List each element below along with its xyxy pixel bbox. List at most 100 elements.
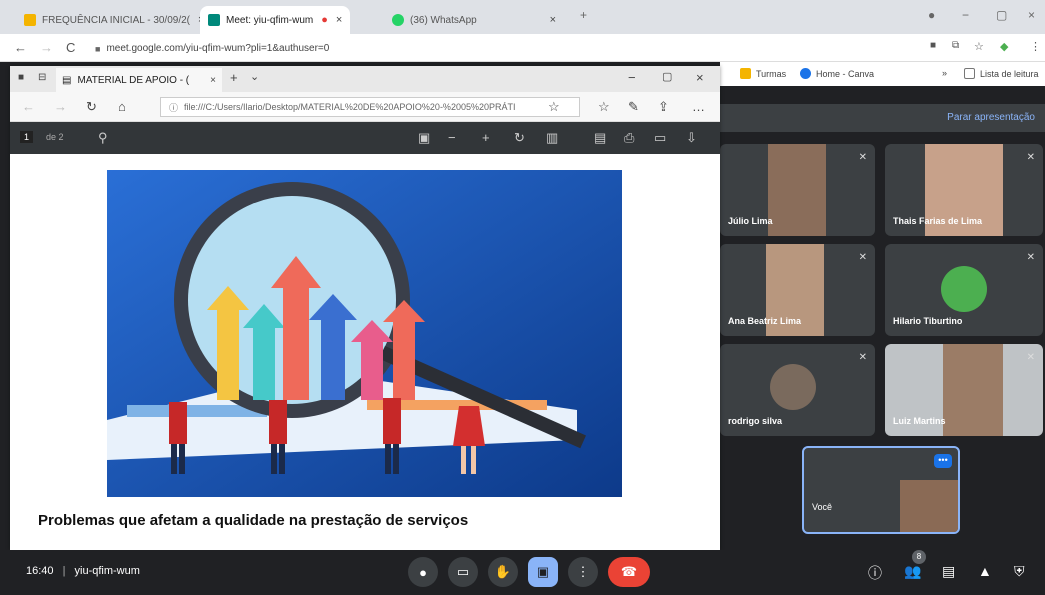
present-button[interactable]: ▣	[528, 557, 558, 587]
close-icon[interactable]: ×	[550, 14, 556, 26]
address-text: file:///C:/Users/Ilario/Desktop/MATERIAL…	[184, 102, 516, 112]
participant-tile[interactable]: ✕ Luiz Martins	[885, 344, 1043, 436]
more-options-button[interactable]: ⋮	[568, 557, 598, 587]
address-bar[interactable]: ■ meet.google.com/yiu-qfim-wum?pli=1&aut…	[95, 39, 915, 58]
page-view-icon[interactable]: ▥	[546, 130, 558, 146]
raise-hand-button[interactable]: ✋	[488, 557, 518, 587]
new-tab-icon[interactable]: +	[230, 70, 238, 85]
mic-off-icon: ✕	[858, 252, 867, 263]
address-bar[interactable]: ⓘ file:///C:/Users/Ilario/Desktop/MATERI…	[160, 97, 580, 117]
more-bookmarks-icon[interactable]: »	[942, 68, 947, 78]
camera-icon: ▭	[456, 564, 470, 579]
page-total: de 2	[46, 132, 64, 142]
favorite-icon[interactable]: ☆	[548, 99, 560, 115]
camera-button[interactable]: ▭	[448, 557, 478, 587]
mic-off-icon: ✕	[858, 152, 867, 163]
save-as-icon[interactable]: ⇩	[686, 130, 697, 146]
close-icon[interactable]: ×	[336, 14, 342, 26]
menu-icon[interactable]: …	[692, 99, 705, 114]
pdf-page: Problemas que afetam a qualidade na pres…	[10, 154, 720, 550]
participant-tile[interactable]: ✕ Ana Beatriz Lima	[720, 244, 875, 336]
meet-control-bar: 16:40 | yiu-qfim-wum ● ▭ ✋ ▣ ⋮ ☎ ⓘ 👥 8 ▤…	[0, 550, 1045, 595]
participant-tile[interactable]: ✕ Thais Farias de Lima	[885, 144, 1043, 236]
tab-meet[interactable]: Meet: yiu-qfim-wum ● ×	[200, 6, 351, 34]
print-icon[interactable]: ⎙	[624, 130, 634, 146]
meeting-code: yiu-qfim-wum	[74, 565, 140, 577]
close-window-icon[interactable]: ×	[696, 70, 704, 85]
participant-name: Thais Farias de Lima	[893, 216, 983, 226]
camera-icon[interactable]: ■	[930, 40, 936, 51]
participant-tile[interactable]: ✕ rodrigo silva	[720, 344, 875, 436]
forward-icon[interactable]: →	[54, 99, 67, 114]
participant-name: Júlio Lima	[728, 216, 773, 226]
video-feed	[768, 144, 826, 236]
read-aloud-icon[interactable]: ▤	[594, 130, 606, 146]
bookmark-reading-list[interactable]: Lista de leitura	[964, 68, 1039, 79]
info-icon[interactable]: ⓘ	[868, 563, 882, 583]
chat-icon[interactable]: ▤	[942, 563, 955, 580]
participant-name: Ana Beatriz Lima	[728, 316, 802, 326]
reload-icon[interactable]: C	[66, 40, 75, 55]
zoom-out-icon[interactable]: −	[448, 130, 456, 145]
star-icon[interactable]: ☆	[974, 40, 984, 53]
rotate-icon[interactable]: ↻	[514, 130, 525, 146]
extension-icon[interactable]: ◆	[1000, 40, 1008, 53]
refresh-icon[interactable]: ↻	[86, 99, 97, 115]
menu-icon[interactable]: ⋮	[1030, 40, 1041, 53]
close-window-icon[interactable]: ×	[1028, 8, 1035, 22]
account-icon[interactable]: ●	[928, 8, 935, 22]
stop-presenting-button[interactable]: Parar apresentação	[947, 112, 1035, 123]
search-icon[interactable]: ⚲	[98, 130, 108, 146]
self-video-feed	[900, 480, 958, 532]
mic-button[interactable]: ●	[408, 557, 438, 587]
slide-caption: Problemas que afetam a qualidade na pres…	[38, 512, 469, 529]
bookmark-turmas[interactable]: Turmas	[740, 68, 786, 79]
participant-tile[interactable]: ✕ Júlio Lima	[720, 144, 875, 236]
hang-up-icon: ☎	[620, 564, 638, 579]
presentation-bar: Parar apresentação	[720, 104, 1045, 132]
forward-icon[interactable]: →	[40, 40, 53, 55]
self-tile[interactable]: ••• Você	[802, 446, 960, 534]
maximize-icon[interactable]: ▢	[996, 8, 1007, 22]
home-icon[interactable]: ⌂	[118, 99, 126, 114]
leave-call-button[interactable]: ☎	[608, 557, 650, 587]
mic-off-icon: ✕	[1026, 352, 1035, 363]
zoom-in-icon[interactable]: +	[482, 130, 490, 145]
minimize-icon[interactable]: −	[962, 8, 969, 22]
tab-material-apoio[interactable]: ▤ MATERIAL DE APOIO - ( ×	[56, 68, 222, 92]
fit-page-icon[interactable]: ▣	[418, 130, 430, 146]
more-options-icon[interactable]: •••	[934, 454, 952, 468]
host-controls-icon[interactable]: ⛨	[1014, 563, 1025, 580]
save-icon[interactable]: ▭	[654, 130, 666, 146]
back-icon[interactable]: ←	[14, 40, 27, 55]
meeting-info: 16:40 | yiu-qfim-wum	[26, 565, 140, 577]
activities-icon[interactable]: ▲	[978, 563, 992, 579]
participant-tile[interactable]: ✕ Hilario Tiburtino	[885, 244, 1043, 336]
edge-pdf-window: ■ ⊟ ▤ MATERIAL DE APOIO - ( × + ⌄ − ▢ × …	[10, 66, 720, 550]
recording-dot-icon: ●	[321, 14, 328, 26]
meeting-time: 16:40	[26, 565, 54, 577]
minimize-icon[interactable]: −	[628, 70, 636, 85]
share-icon[interactable]: ⧉	[952, 40, 959, 51]
bookmark-canva[interactable]: Home - Canva	[800, 68, 874, 79]
share-icon[interactable]: ⇪	[658, 99, 669, 115]
tab-actions-icon[interactable]: ■	[18, 72, 24, 83]
new-tab-icon[interactable]: +	[580, 8, 587, 22]
set-aside-tabs-icon[interactable]: ⊟	[38, 72, 46, 83]
close-icon[interactable]: ×	[210, 75, 216, 86]
favorites-icon[interactable]: ☆	[598, 99, 610, 115]
pdf-icon: ▤	[62, 74, 72, 86]
back-icon[interactable]: ←	[22, 99, 35, 114]
video-feed	[943, 344, 1003, 436]
page-number-input[interactable]: 1	[20, 131, 34, 143]
tab-frequencia[interactable]: FREQUÊNCIA INICIAL - 30/09/2( ×	[16, 6, 212, 34]
slide-illustration	[107, 170, 622, 497]
tab-whatsapp[interactable]: (36) WhatsApp ×	[384, 6, 564, 34]
edge-toolbar: ← → ↻ ⌂ ⓘ file:///C:/Users/Ilario/Deskto…	[10, 92, 720, 122]
tab-label: Meet: yiu-qfim-wum	[226, 14, 314, 26]
chevron-down-icon[interactable]: ⌄	[250, 70, 259, 83]
tab-label: FREQUÊNCIA INICIAL - 30/09/2(	[42, 14, 191, 26]
people-icon[interactable]: 👥	[904, 563, 921, 580]
maximize-icon[interactable]: ▢	[662, 70, 672, 83]
pen-icon[interactable]: ✎	[628, 99, 639, 115]
